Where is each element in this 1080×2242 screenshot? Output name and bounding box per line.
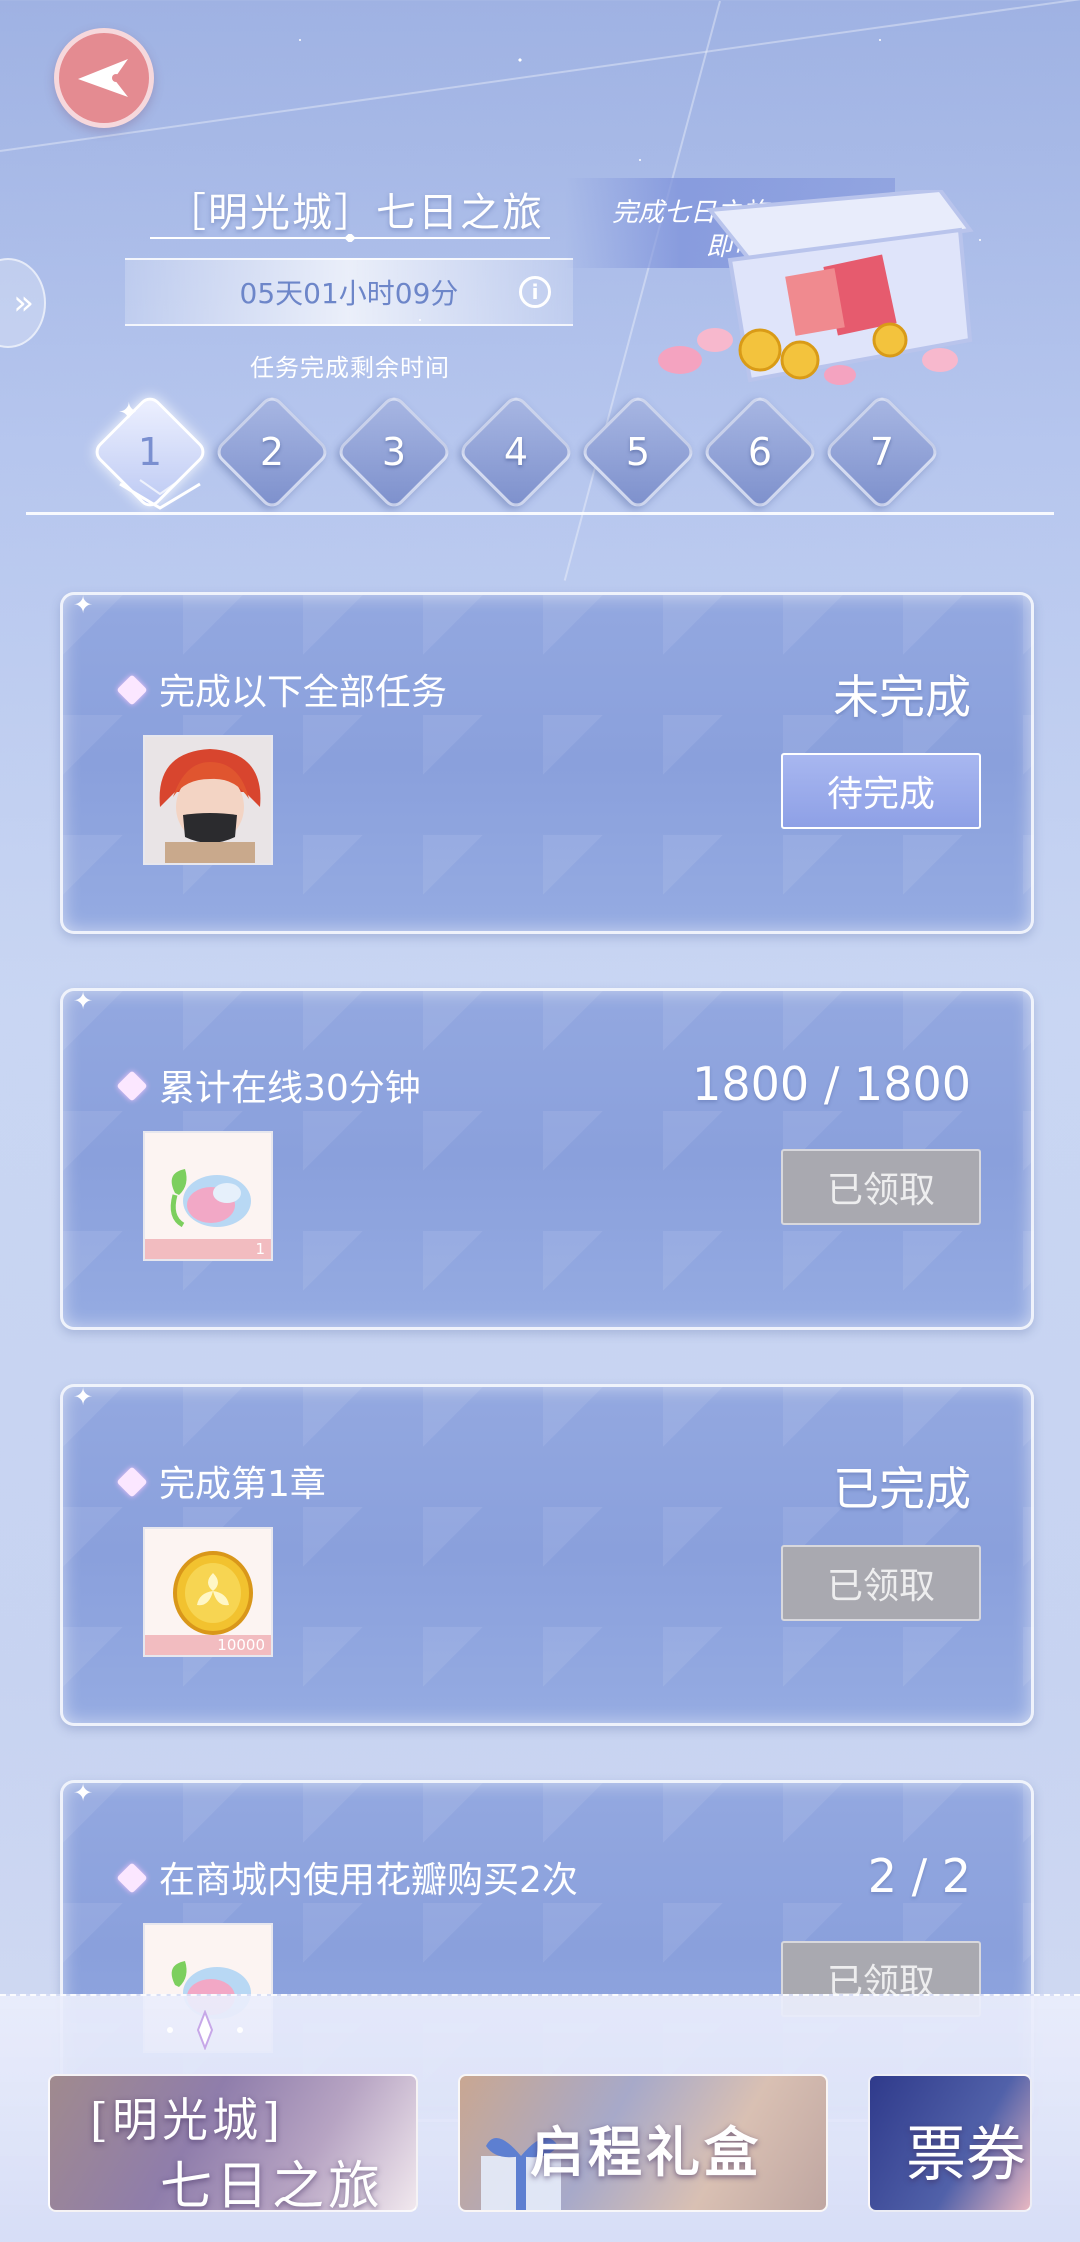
reward-item-coin[interactable]: 10000	[143, 1527, 273, 1657]
banner-title: 启程礼盒	[530, 2120, 762, 2184]
task-progress: 1800 / 1800	[692, 1057, 971, 1111]
banner-seven-day-journey[interactable]: [明光城] 七日之旅	[48, 2074, 418, 2212]
task-card-3: ✦ 完成第1章 已完成 10000 已领取	[60, 1383, 1034, 1726]
task-status: 未完成	[833, 670, 971, 724]
task-title: 完成以下全部任务	[159, 672, 448, 713]
day-tab-2-label: 2	[259, 430, 285, 474]
sparkle-icon: ✦	[73, 1779, 94, 1807]
diamond-bullet-icon	[116, 674, 148, 706]
reward-item-petal[interactable]: 1	[143, 1131, 273, 1261]
character-portrait-icon	[145, 737, 271, 863]
claimed-button[interactable]: 已领取	[781, 1149, 981, 1225]
claimed-button[interactable]: 已领取	[781, 1545, 981, 1621]
task-title: 在商城内使用花瓣购买2次	[159, 1860, 578, 1901]
banner-tickets[interactable]: 票券	[868, 2074, 1032, 2212]
sparkle-icon: ✦	[73, 987, 94, 1015]
banner-subtitle: 七日之旅	[160, 2157, 385, 2212]
day-tab-7-label: 7	[869, 430, 895, 474]
info-icon[interactable]: i	[519, 276, 551, 308]
countdown-caption: 任务完成剩余时间	[250, 354, 450, 382]
countdown-band: 05天01小时09分 i	[125, 258, 573, 326]
active-tab-indicator	[119, 479, 201, 510]
treasure-chest-icon[interactable]	[640, 190, 980, 400]
task-title: 完成第1章	[159, 1464, 326, 1505]
banner-gift-box[interactable]: 启程礼盒	[458, 2074, 828, 2212]
side-panel-toggle[interactable]: »	[0, 258, 46, 348]
diamond-bullet-icon	[116, 1862, 148, 1894]
task-card-2: ✦ 累计在线30分钟 1800 / 1800 1 已领取	[60, 987, 1034, 1330]
banner-title: [明光城]	[90, 2093, 284, 2147]
diamond-bullet-icon	[116, 1466, 148, 1498]
task-title: 累计在线30分钟	[159, 1068, 421, 1109]
banner-title: 票券	[906, 2120, 1026, 2190]
sparkle-icon: ✦	[73, 591, 94, 619]
sparkle-icon: ✦	[73, 1383, 94, 1411]
sparkle-icon	[167, 2010, 243, 2050]
double-chevron-left-icon: »	[13, 283, 34, 323]
day-tab-4-label: 4	[503, 430, 529, 474]
diamond-bullet-icon	[116, 1070, 148, 1102]
day-tab-5-label: 5	[625, 430, 651, 474]
item-count: 1	[145, 1239, 271, 1259]
event-title: ［明光城］七日之旅	[166, 190, 544, 236]
pending-button[interactable]: 待完成	[781, 753, 981, 829]
deco-line	[0, 0, 1080, 152]
countdown-timer: 05天01小时09分	[239, 277, 459, 310]
task-card-1: ✦ 完成以下全部任务 未完成 待完成	[60, 591, 1034, 934]
task-status: 已完成	[833, 1462, 971, 1516]
back-button[interactable]	[54, 28, 154, 128]
day-tab-6-label: 6	[747, 430, 773, 474]
item-count: 10000	[145, 1635, 271, 1655]
task-progress: 2 / 2	[867, 1849, 971, 1903]
reward-item-character-portrait[interactable]	[143, 735, 273, 865]
day-tab-3-label: 3	[381, 430, 407, 474]
back-arrow-icon	[78, 59, 128, 97]
tab-divider	[26, 512, 1054, 515]
title-underline	[150, 234, 550, 242]
